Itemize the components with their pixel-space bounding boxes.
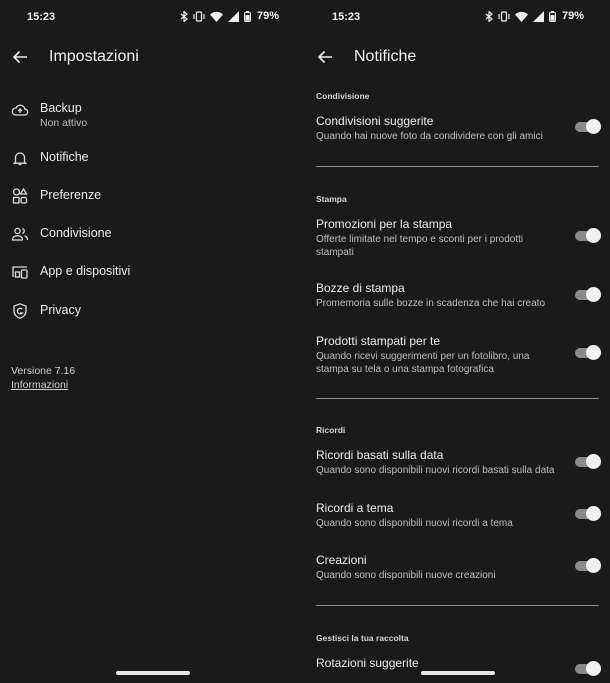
- menu-item-label: Privacy: [40, 303, 81, 317]
- setting-title: Creazioni: [316, 553, 367, 567]
- wifi-icon: [209, 11, 223, 22]
- status-icons: 79%: [485, 10, 584, 22]
- menu-item-label: Condivisione: [40, 226, 112, 240]
- setting-description: Quando ricevi suggerimenti per un fotoli…: [316, 351, 530, 375]
- shield-icon: [13, 303, 27, 319]
- toggle-switch[interactable]: [575, 661, 601, 676]
- info-link[interactable]: Informazioni: [11, 379, 68, 391]
- setting-description: Quando sono disponibili nuovi ricordi a …: [316, 518, 513, 529]
- setting-title: Bozze di stampa: [316, 281, 405, 295]
- app-version: Versione 7.16: [11, 365, 76, 377]
- notifications-screen: 15:23 79% Notifiche Condivisione Condivi…: [305, 0, 610, 683]
- setting-row-ricordi-tema[interactable]: Ricordi a tema Quando sono disponibili n…: [305, 501, 610, 531]
- top-app-bar: Impostazioni: [0, 44, 305, 70]
- setting-row-promozioni-stampa[interactable]: Promozioni per la stampa Offerte limitat…: [305, 217, 610, 261]
- menu-item-preferenze[interactable]: Preferenze: [0, 179, 305, 213]
- setting-title: Ricordi basati sulla data: [316, 448, 444, 462]
- menu-item-sublabel: Non attivo: [40, 117, 88, 129]
- menu-item-label: Preferenze: [40, 188, 102, 202]
- signal-icon: [532, 10, 544, 22]
- page-title: Impostazioni: [49, 48, 139, 65]
- toggle-switch[interactable]: [575, 287, 601, 302]
- divider: [316, 398, 599, 399]
- vibrate-icon: [193, 10, 205, 22]
- setting-title: Condivisioni suggerite: [316, 114, 434, 128]
- menu-item-app-e-dispositivi[interactable]: App e dispositivi: [0, 255, 305, 289]
- back-arrow-icon[interactable]: [11, 48, 29, 66]
- setting-description: Quando hai nuove foto da condividere con…: [316, 131, 543, 142]
- setting-title: Prodotti stampati per te: [316, 334, 441, 348]
- settings-screen: 15:23 79% Impostazioni Backup Non attivo…: [0, 0, 305, 683]
- setting-title: Ricordi a tema: [316, 501, 394, 515]
- section-header: Condivisione: [316, 91, 370, 101]
- home-indicator[interactable]: [116, 671, 190, 675]
- menu-item-privacy[interactable]: Privacy: [0, 294, 305, 328]
- setting-row-bozze-stampa[interactable]: Bozze di stampa Promemoria sulle bozze i…: [305, 281, 610, 311]
- setting-row-rotazioni-suggerite[interactable]: Rotazioni suggerite: [305, 656, 610, 683]
- menu-item-backup[interactable]: Backup Non attivo: [0, 93, 305, 133]
- bluetooth-icon: [180, 10, 188, 22]
- setting-description: Quando sono disponibili nuovi ricordi ba…: [316, 465, 555, 476]
- battery-percent: 79%: [256, 10, 279, 22]
- bluetooth-icon: [485, 10, 493, 22]
- toggle-switch[interactable]: [575, 454, 601, 469]
- page-title: Notifiche: [354, 48, 417, 65]
- setting-description: Offerte limitate nel tempo e sconti per …: [316, 234, 524, 258]
- setting-row-creazioni[interactable]: Creazioni Quando sono disponibili nuove …: [305, 553, 610, 583]
- battery-percent: 79%: [561, 10, 584, 22]
- menu-item-label: Notifiche: [40, 150, 89, 164]
- status-icons: 79%: [180, 10, 279, 22]
- people-icon: [11, 227, 29, 241]
- setting-row-prodotti-stampati[interactable]: Prodotti stampati per te Quando ricevi s…: [305, 334, 610, 378]
- status-bar: 15:23 79%: [0, 10, 305, 26]
- menu-item-label: App e dispositivi: [40, 264, 131, 278]
- shapes-icon: [12, 187, 28, 204]
- cloud-upload-icon: [11, 104, 29, 116]
- divider: [316, 166, 599, 167]
- devices-icon: [12, 266, 28, 279]
- menu-item-condivisione[interactable]: Condivisione: [0, 217, 305, 251]
- toggle-switch[interactable]: [575, 506, 601, 521]
- section-header: Gestisci la tua raccolta: [316, 633, 409, 643]
- setting-title: Promozioni per la stampa: [316, 217, 453, 231]
- menu-item-label: Backup: [40, 101, 82, 115]
- battery-icon: [549, 10, 556, 22]
- toggle-switch[interactable]: [575, 228, 601, 243]
- vibrate-icon: [498, 10, 510, 22]
- status-time: 15:23: [332, 11, 361, 23]
- wifi-icon: [514, 11, 528, 22]
- battery-icon: [244, 10, 251, 22]
- back-arrow-icon[interactable]: [316, 48, 334, 66]
- status-bar: 15:23 79%: [305, 10, 610, 26]
- signal-icon: [227, 10, 239, 22]
- status-time: 15:23: [27, 11, 56, 23]
- setting-title: Rotazioni suggerite: [316, 656, 419, 670]
- setting-row-condivisioni-suggerite[interactable]: Condivisioni suggerite Quando hai nuove …: [305, 114, 610, 154]
- section-header: Stampa: [316, 194, 347, 204]
- setting-description: Promemoria sulle bozze in scadenza che h…: [316, 298, 546, 309]
- home-indicator[interactable]: [421, 671, 495, 675]
- toggle-switch[interactable]: [575, 345, 601, 360]
- menu-item-notifiche[interactable]: Notifiche: [0, 141, 305, 175]
- toggle-switch[interactable]: [575, 558, 601, 573]
- divider: [316, 605, 599, 606]
- setting-row-ricordi-data[interactable]: Ricordi basati sulla data Quando sono di…: [305, 448, 610, 478]
- setting-description: Quando sono disponibili nuove creazioni: [316, 570, 496, 581]
- top-app-bar: Notifiche: [305, 44, 610, 70]
- section-header: Ricordi: [316, 425, 346, 435]
- toggle-switch[interactable]: [575, 119, 601, 134]
- bell-icon: [12, 152, 28, 166]
